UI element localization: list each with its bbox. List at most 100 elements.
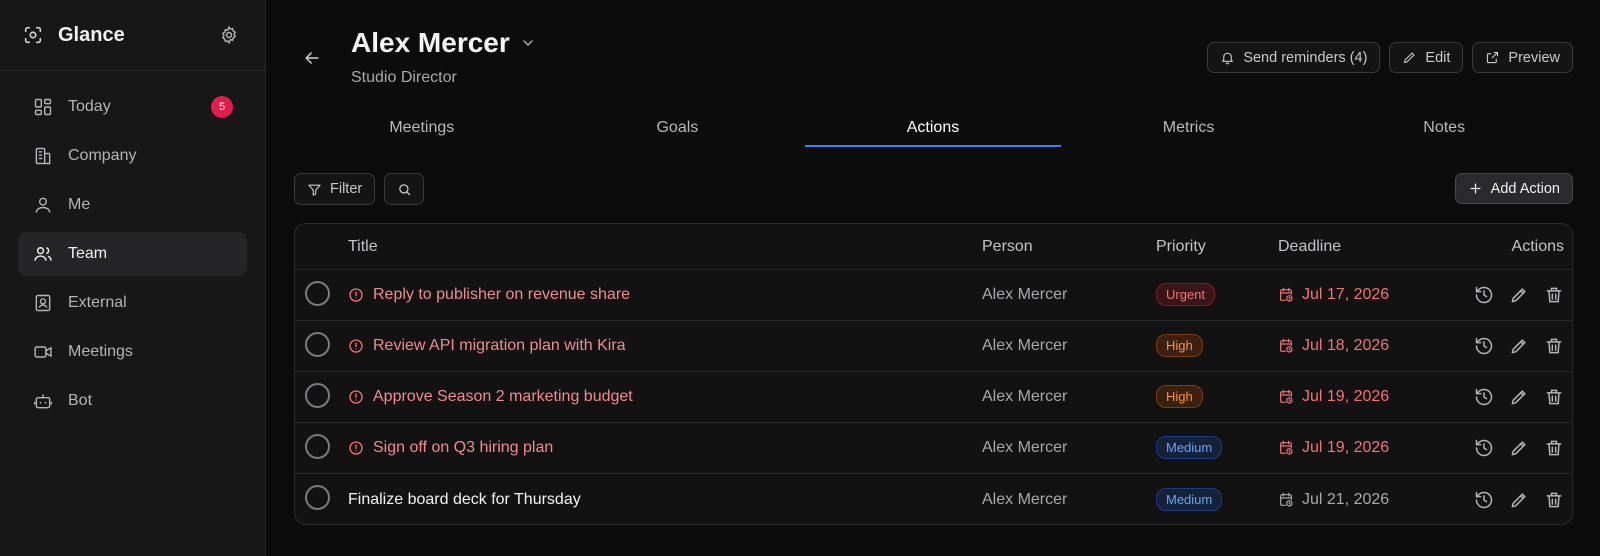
priority-cell: Medium bbox=[1156, 487, 1223, 511]
alert-circle-icon bbox=[349, 390, 363, 404]
sidebar-item-label: External bbox=[68, 294, 127, 311]
bot-icon bbox=[32, 390, 54, 412]
priority-badge: Medium bbox=[1156, 436, 1223, 459]
sidebar-item-label: Bot bbox=[68, 392, 93, 409]
person-cell: Alex Mercer bbox=[982, 286, 1068, 303]
calendar-clock-icon bbox=[1280, 287, 1293, 302]
history-icon[interactable] bbox=[1474, 336, 1494, 356]
app-name: Glance bbox=[58, 23, 125, 46]
arrow-left-icon[interactable] bbox=[302, 48, 322, 68]
dashboard-icon bbox=[32, 96, 54, 118]
deadline-date: Jul 18, 2026 bbox=[1302, 337, 1390, 354]
trash-icon[interactable] bbox=[1544, 336, 1564, 356]
person-cell: Alex Mercer bbox=[982, 388, 1068, 405]
action-title: Review API migration plan with Kira bbox=[373, 337, 626, 354]
sidebar: Glance Today 5 Company Me Team External … bbox=[0, 0, 266, 556]
priority-badge: High bbox=[1156, 334, 1203, 357]
table-row: Reply to publisher on revenue share Alex… bbox=[295, 270, 1572, 321]
priority-cell: Urgent bbox=[1156, 283, 1216, 306]
priority-badge: High bbox=[1156, 385, 1203, 408]
history-icon[interactable] bbox=[1474, 490, 1494, 510]
pencil-icon[interactable] bbox=[1509, 285, 1529, 305]
action-title-cell[interactable]: Sign off on Q3 hiring plan bbox=[348, 439, 553, 457]
contact-card-icon bbox=[32, 292, 54, 314]
row-actions bbox=[1474, 490, 1564, 510]
history-icon[interactable] bbox=[1474, 285, 1494, 305]
action-title: Sign off on Q3 hiring plan bbox=[373, 439, 554, 456]
priority-badge: Medium bbox=[1156, 487, 1223, 511]
column-header-title[interactable]: Title bbox=[348, 238, 378, 256]
action-title-cell[interactable]: Reply to publisher on revenue share bbox=[348, 286, 630, 304]
sidebar-item-bot[interactable]: Bot bbox=[18, 379, 247, 423]
sidebar-item-external[interactable]: External bbox=[18, 281, 247, 325]
person-role: Studio Director bbox=[351, 69, 457, 86]
person-cell: Alex Mercer bbox=[982, 439, 1068, 456]
deadline-date: Jul 19, 2026 bbox=[1302, 439, 1390, 456]
gear-icon[interactable] bbox=[219, 25, 239, 45]
brand-header: Glance bbox=[0, 0, 265, 71]
sidebar-item-team[interactable]: Team bbox=[18, 232, 247, 276]
complete-checkbox[interactable] bbox=[305, 281, 330, 306]
tab-notes[interactable]: Notes bbox=[1316, 113, 1572, 147]
column-header-deadline[interactable]: Deadline bbox=[1278, 238, 1341, 256]
sidebar-item-label: Meetings bbox=[68, 343, 133, 360]
trash-icon[interactable] bbox=[1544, 490, 1564, 510]
column-header-priority[interactable]: Priority bbox=[1156, 238, 1206, 256]
tab-metrics[interactable]: Metrics bbox=[1061, 113, 1317, 147]
add-action-button[interactable]: Add Action bbox=[1454, 173, 1573, 204]
sidebar-item-label: Company bbox=[68, 147, 137, 164]
table-row: Finalize board deck for Thursday Alex Me… bbox=[295, 474, 1572, 524]
action-title: Finalize board deck for Thursday bbox=[348, 490, 581, 508]
send-reminders-button[interactable]: Send reminders (4) bbox=[1207, 42, 1381, 73]
action-title-cell[interactable]: Review API migration plan with Kira bbox=[348, 337, 626, 355]
pencil-icon[interactable] bbox=[1509, 336, 1529, 356]
complete-checkbox[interactable] bbox=[305, 332, 330, 357]
deadline-cell: Jul 18, 2026 bbox=[1278, 337, 1389, 355]
header-actions: Send reminders (4) Edit Preview bbox=[1207, 42, 1573, 73]
edit-label: Edit bbox=[1425, 49, 1451, 66]
sidebar-item-label: Today bbox=[68, 98, 111, 115]
preview-button[interactable]: Preview bbox=[1472, 42, 1573, 73]
column-header-person[interactable]: Person bbox=[982, 238, 1033, 256]
pencil-icon[interactable] bbox=[1509, 387, 1529, 407]
pencil-icon[interactable] bbox=[1509, 438, 1529, 458]
action-title-cell[interactable]: Approve Season 2 marketing budget bbox=[348, 388, 633, 406]
filter-button[interactable]: Filter bbox=[294, 173, 376, 205]
search-icon bbox=[398, 183, 410, 195]
actions-table: Title Person Priority Deadline Actions R… bbox=[294, 223, 1573, 525]
complete-checkbox[interactable] bbox=[305, 434, 330, 459]
sidebar-item-me[interactable]: Me bbox=[18, 183, 247, 227]
action-title: Approve Season 2 marketing budget bbox=[373, 388, 633, 405]
preview-label: Preview bbox=[1508, 49, 1560, 66]
deadline-date: Jul 19, 2026 bbox=[1302, 388, 1390, 405]
sidebar-item-company[interactable]: Company bbox=[18, 134, 247, 178]
action-title-cell[interactable]: Finalize board deck for Thursday bbox=[348, 491, 581, 509]
column-header-actions: Actions bbox=[1511, 237, 1564, 255]
tab-meetings[interactable]: Meetings bbox=[294, 113, 550, 147]
plus-icon bbox=[1470, 183, 1481, 194]
tab-actions[interactable]: Actions bbox=[805, 113, 1061, 147]
external-link-icon bbox=[1487, 51, 1499, 64]
calendar-clock-icon bbox=[1280, 492, 1293, 507]
sidebar-item-today[interactable]: Today 5 bbox=[18, 85, 247, 129]
chevron-down-icon bbox=[523, 40, 533, 46]
person-selector[interactable]: Alex Mercer bbox=[351, 27, 536, 59]
actions-toolbar: Filter Add Action bbox=[294, 173, 1573, 205]
search-button[interactable] bbox=[384, 173, 424, 205]
history-icon[interactable] bbox=[1474, 387, 1494, 407]
filter-icon bbox=[308, 184, 321, 196]
trash-icon[interactable] bbox=[1544, 438, 1564, 458]
trash-icon[interactable] bbox=[1544, 387, 1564, 407]
complete-checkbox[interactable] bbox=[305, 485, 330, 510]
priority-cell: High bbox=[1156, 385, 1203, 408]
add-action-label: Add Action bbox=[1490, 180, 1560, 197]
complete-checkbox[interactable] bbox=[305, 383, 330, 408]
sidebar-item-meetings[interactable]: Meetings bbox=[18, 330, 247, 374]
pencil-icon[interactable] bbox=[1509, 490, 1529, 510]
history-icon[interactable] bbox=[1474, 438, 1494, 458]
trash-icon[interactable] bbox=[1544, 285, 1564, 305]
priority-cell: Medium bbox=[1156, 436, 1223, 459]
edit-button[interactable]: Edit bbox=[1389, 42, 1464, 73]
row-actions bbox=[1474, 285, 1564, 305]
tab-goals[interactable]: Goals bbox=[550, 113, 806, 147]
